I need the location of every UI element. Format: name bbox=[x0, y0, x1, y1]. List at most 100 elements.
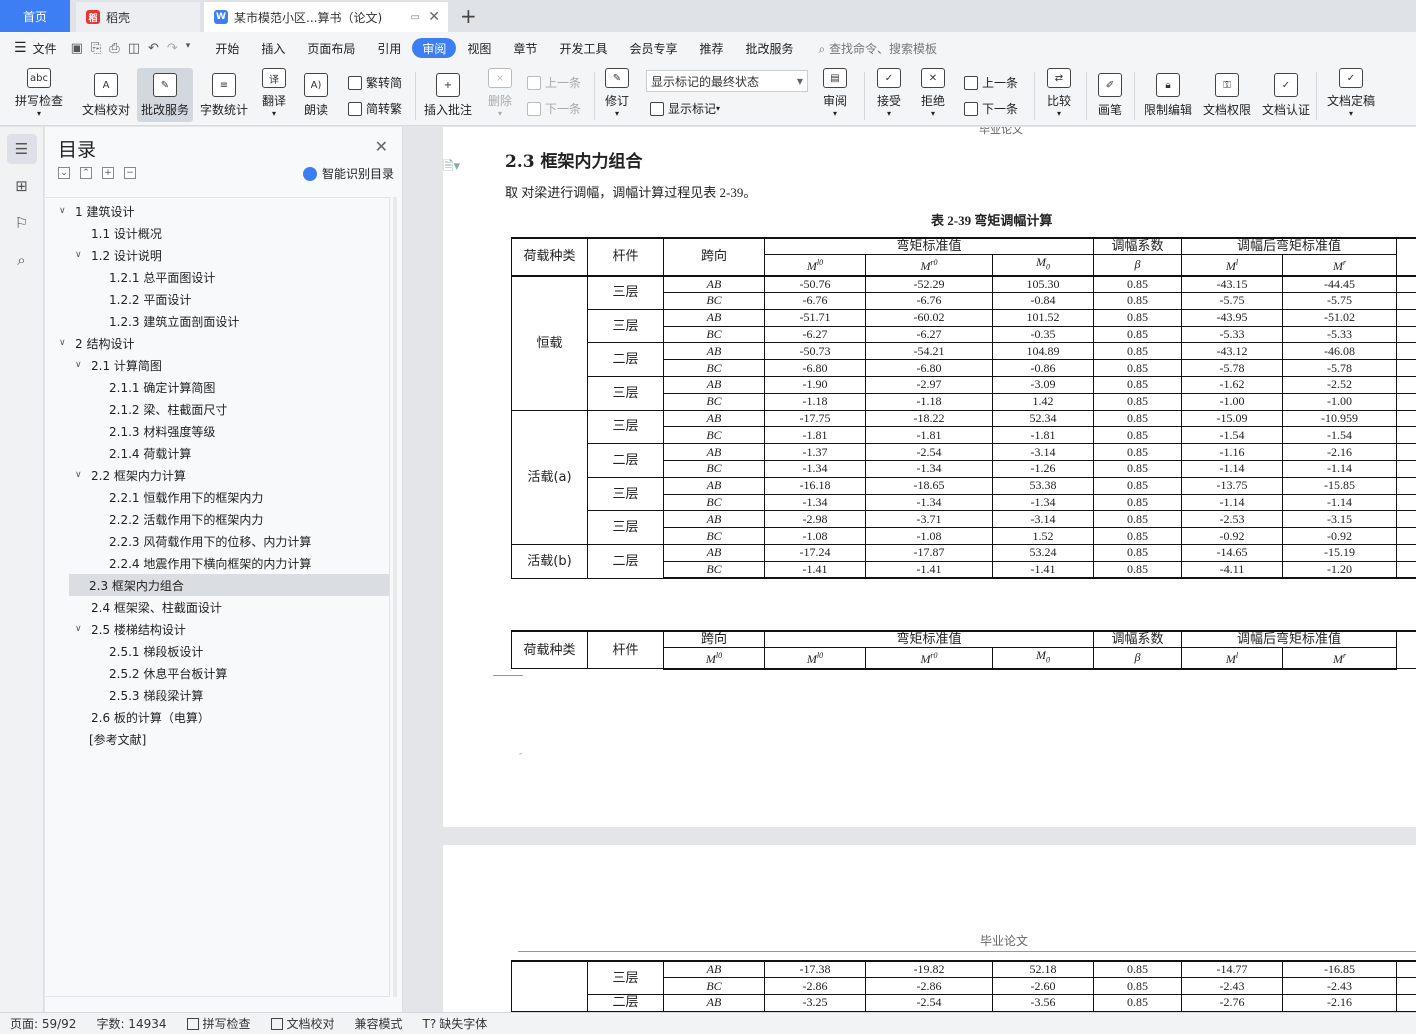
tab-home[interactable]: 首页 bbox=[0, 0, 70, 32]
save-icon[interactable]: ▣ bbox=[71, 41, 83, 56]
toc-item[interactable]: ∨ 2.1 计算简图 bbox=[75, 354, 162, 376]
menu-view[interactable]: 视图 bbox=[456, 38, 502, 58]
menu-recommend[interactable]: 推荐 bbox=[688, 38, 734, 58]
search-icon[interactable]: ⌕ bbox=[7, 245, 37, 275]
menu-layout[interactable]: 页面布局 bbox=[296, 38, 366, 58]
toc-item[interactable]: 1.2.1 总平面图设计 bbox=[93, 266, 215, 288]
missing-font[interactable]: T? 缺失字体 bbox=[413, 1015, 498, 1032]
next-change-button[interactable]: 下一条 bbox=[964, 100, 1018, 117]
word-count[interactable]: 字数: 14934 bbox=[86, 1015, 176, 1032]
collapse-all-icon[interactable]: ⌄ bbox=[58, 167, 70, 179]
track-changes-button[interactable]: ✎ 修订 ▾ bbox=[600, 68, 634, 122]
redo-icon[interactable]: ↷ bbox=[167, 41, 178, 56]
toc-item[interactable]: 2.6 板的计算（电算） bbox=[75, 706, 210, 728]
file-menu[interactable]: ☰ 文件 bbox=[0, 40, 65, 57]
toc-item[interactable]: ∨ 1.2 设计说明 bbox=[75, 244, 162, 266]
review-pane-button[interactable]: ▤ 审阅 ▾ bbox=[815, 68, 855, 122]
chevron-down-icon[interactable]: ∨ bbox=[75, 360, 87, 370]
expand-all-icon[interactable]: ⌃ bbox=[80, 167, 92, 179]
chevron-down-icon[interactable]: ▾ bbox=[1057, 109, 1061, 118]
chevron-down-icon[interactable]: ∨ bbox=[75, 470, 87, 480]
correction-service-button[interactable]: ✎ 批改服务 bbox=[137, 68, 193, 122]
export-icon[interactable]: ⎘ bbox=[91, 41, 101, 56]
new-tab-icon[interactable]: + bbox=[460, 4, 477, 28]
page-indicator[interactable]: 页面: 59/92 bbox=[0, 1015, 86, 1032]
toc-item[interactable]: [参考文献] bbox=[73, 728, 146, 750]
pen-button[interactable]: ✐ 画笔 bbox=[1094, 68, 1126, 122]
toc-item[interactable]: ∨ 2 结构设计 bbox=[59, 332, 134, 354]
chevron-down-icon[interactable]: ▾ bbox=[716, 104, 720, 113]
tab-daoke[interactable]: 稻 稻壳 bbox=[76, 2, 200, 32]
show-markup-button[interactable]: 显示标记 ▾ bbox=[650, 100, 720, 117]
toc-item[interactable]: 2.1.3 材料强度等级 bbox=[93, 420, 215, 442]
tab-document[interactable]: W 某市模范小区...算书（论文) ▭ ✕ bbox=[204, 2, 448, 32]
toc-item[interactable]: 2.5.1 梯段板设计 bbox=[93, 640, 203, 662]
chevron-down-icon[interactable]: ▾ bbox=[186, 41, 191, 56]
tab-restore-icon[interactable]: ▭ bbox=[411, 12, 420, 23]
document-canvas[interactable]: 毕业论文 🗎︎▾ 2.3 框架内力组合 取 对梁进行调幅，调幅计算过程见表 2-… bbox=[404, 127, 1416, 1012]
add-heading-icon[interactable]: + bbox=[102, 167, 114, 179]
menu-insert[interactable]: 插入 bbox=[250, 38, 296, 58]
toc-item[interactable]: ∨ 1 建筑设计 bbox=[59, 200, 134, 222]
markup-state-select[interactable]: 显示标记的最终状态 ▼ bbox=[646, 70, 808, 92]
chevron-down-icon[interactable]: ▾ bbox=[498, 109, 502, 118]
toc-item[interactable]: 2.2.4 地震作用下横向框架的内力计算 bbox=[93, 552, 311, 574]
chevron-down-icon[interactable]: ▾ bbox=[272, 109, 276, 118]
chevron-down-icon[interactable]: ∨ bbox=[59, 338, 71, 348]
spell-check-status[interactable]: 拼写检查 bbox=[177, 1015, 261, 1032]
proofread-button[interactable]: A 文档校对 bbox=[78, 68, 134, 122]
toc-item[interactable]: 2.1.1 确定计算简图 bbox=[93, 376, 215, 398]
toc-item[interactable]: 2.2.1 恒载作用下的框架内力 bbox=[93, 486, 263, 508]
toc-item[interactable]: 2.5.3 梯段梁计算 bbox=[93, 684, 203, 706]
toc-panel-icon[interactable]: ☰ bbox=[6, 134, 37, 164]
spell-check-button[interactable]: abc 拼写检查 ▾ bbox=[8, 68, 70, 122]
simp-to-trad-button[interactable]: 简转繁 bbox=[348, 100, 402, 117]
menu-member[interactable]: 会员专享 bbox=[618, 38, 688, 58]
toc-item[interactable]: 2.1.4 荷载计算 bbox=[93, 442, 191, 464]
chevron-down-icon[interactable]: ▾ bbox=[887, 109, 891, 118]
preview-icon[interactable]: ◫ bbox=[128, 41, 140, 56]
translate-button[interactable]: 译翻译 ▾ bbox=[255, 68, 293, 122]
toc-item[interactable]: ∨ 2.5 楼梯结构设计 bbox=[75, 618, 186, 640]
chevron-down-icon[interactable]: ▾ bbox=[37, 109, 41, 118]
doc-certify-button[interactable]: ✓ 文档认证 bbox=[1258, 68, 1314, 122]
bookmark-icon[interactable]: ⚐ bbox=[7, 208, 37, 238]
delete-comment-button[interactable]: × 删除 ▾ bbox=[480, 68, 520, 122]
scrollbar[interactable] bbox=[393, 197, 397, 997]
toc-item[interactable]: 1.2.2 平面设计 bbox=[93, 288, 191, 310]
menu-reference[interactable]: 引用 bbox=[366, 38, 412, 58]
command-search[interactable]: ⌕ 查找命令、搜索模板 bbox=[819, 40, 938, 57]
chevron-down-icon[interactable]: ∨ bbox=[75, 624, 87, 634]
chapter-nav-icon[interactable]: ⊞ bbox=[7, 171, 37, 201]
toc-item[interactable]: 2.2.3 风荷载作用下的位移、内力计算 bbox=[93, 530, 311, 552]
chevron-down-icon[interactable]: ∨ bbox=[75, 250, 87, 260]
close-icon[interactable]: ✕ bbox=[428, 9, 440, 25]
prev-change-button[interactable]: 上一条 bbox=[964, 74, 1018, 91]
print-icon[interactable]: ⎙ bbox=[109, 41, 119, 56]
proofread-status[interactable]: 文档校对 bbox=[261, 1015, 345, 1032]
chevron-down-icon[interactable]: ▾ bbox=[615, 109, 619, 118]
compat-mode[interactable]: 兼容模式 bbox=[345, 1015, 413, 1032]
menu-correction[interactable]: 批改服务 bbox=[734, 38, 804, 58]
remove-heading-icon[interactable]: − bbox=[124, 167, 136, 179]
chevron-down-icon[interactable]: ▾ bbox=[833, 109, 837, 118]
read-aloud-button[interactable]: A) 朗读 bbox=[298, 68, 334, 122]
prev-comment-button[interactable]: 上一条 bbox=[527, 74, 581, 91]
compare-button[interactable]: ⇄ 比较 ▾ bbox=[1040, 68, 1078, 122]
insert-comment-button[interactable]: + 插入批注 bbox=[420, 68, 476, 122]
smart-toc-button[interactable]: 智能识别目录 bbox=[302, 165, 394, 182]
restrict-edit-button[interactable]: 🔒︎ 限制编辑 bbox=[1140, 68, 1196, 122]
doc-permission-button[interactable]: ⚿ 文档权限 bbox=[1199, 68, 1255, 122]
accept-button[interactable]: ✓ 接受 ▾ bbox=[870, 68, 908, 122]
finalize-button[interactable]: ✓ 文档定稿 ▾ bbox=[1320, 68, 1382, 122]
toc-item[interactable]: 2.2.2 活载作用下的框架内力 bbox=[93, 508, 263, 530]
toc-item[interactable]: 2.4 框架梁、柱截面设计 bbox=[75, 596, 222, 618]
word-count-button[interactable]: ≡ 字数统计 bbox=[197, 68, 251, 122]
toc-item[interactable]: 1.1 设计概况 bbox=[75, 222, 162, 244]
toc-item[interactable]: 2.3 框架内力组合 bbox=[69, 574, 389, 596]
menu-start[interactable]: 开始 bbox=[204, 38, 250, 58]
toc-item[interactable]: 2.1.2 梁、柱截面尺寸 bbox=[93, 398, 227, 420]
menu-devtools[interactable]: 开发工具 bbox=[548, 38, 618, 58]
undo-icon[interactable]: ↶ bbox=[148, 41, 159, 56]
close-icon[interactable]: ✕ bbox=[375, 137, 388, 156]
